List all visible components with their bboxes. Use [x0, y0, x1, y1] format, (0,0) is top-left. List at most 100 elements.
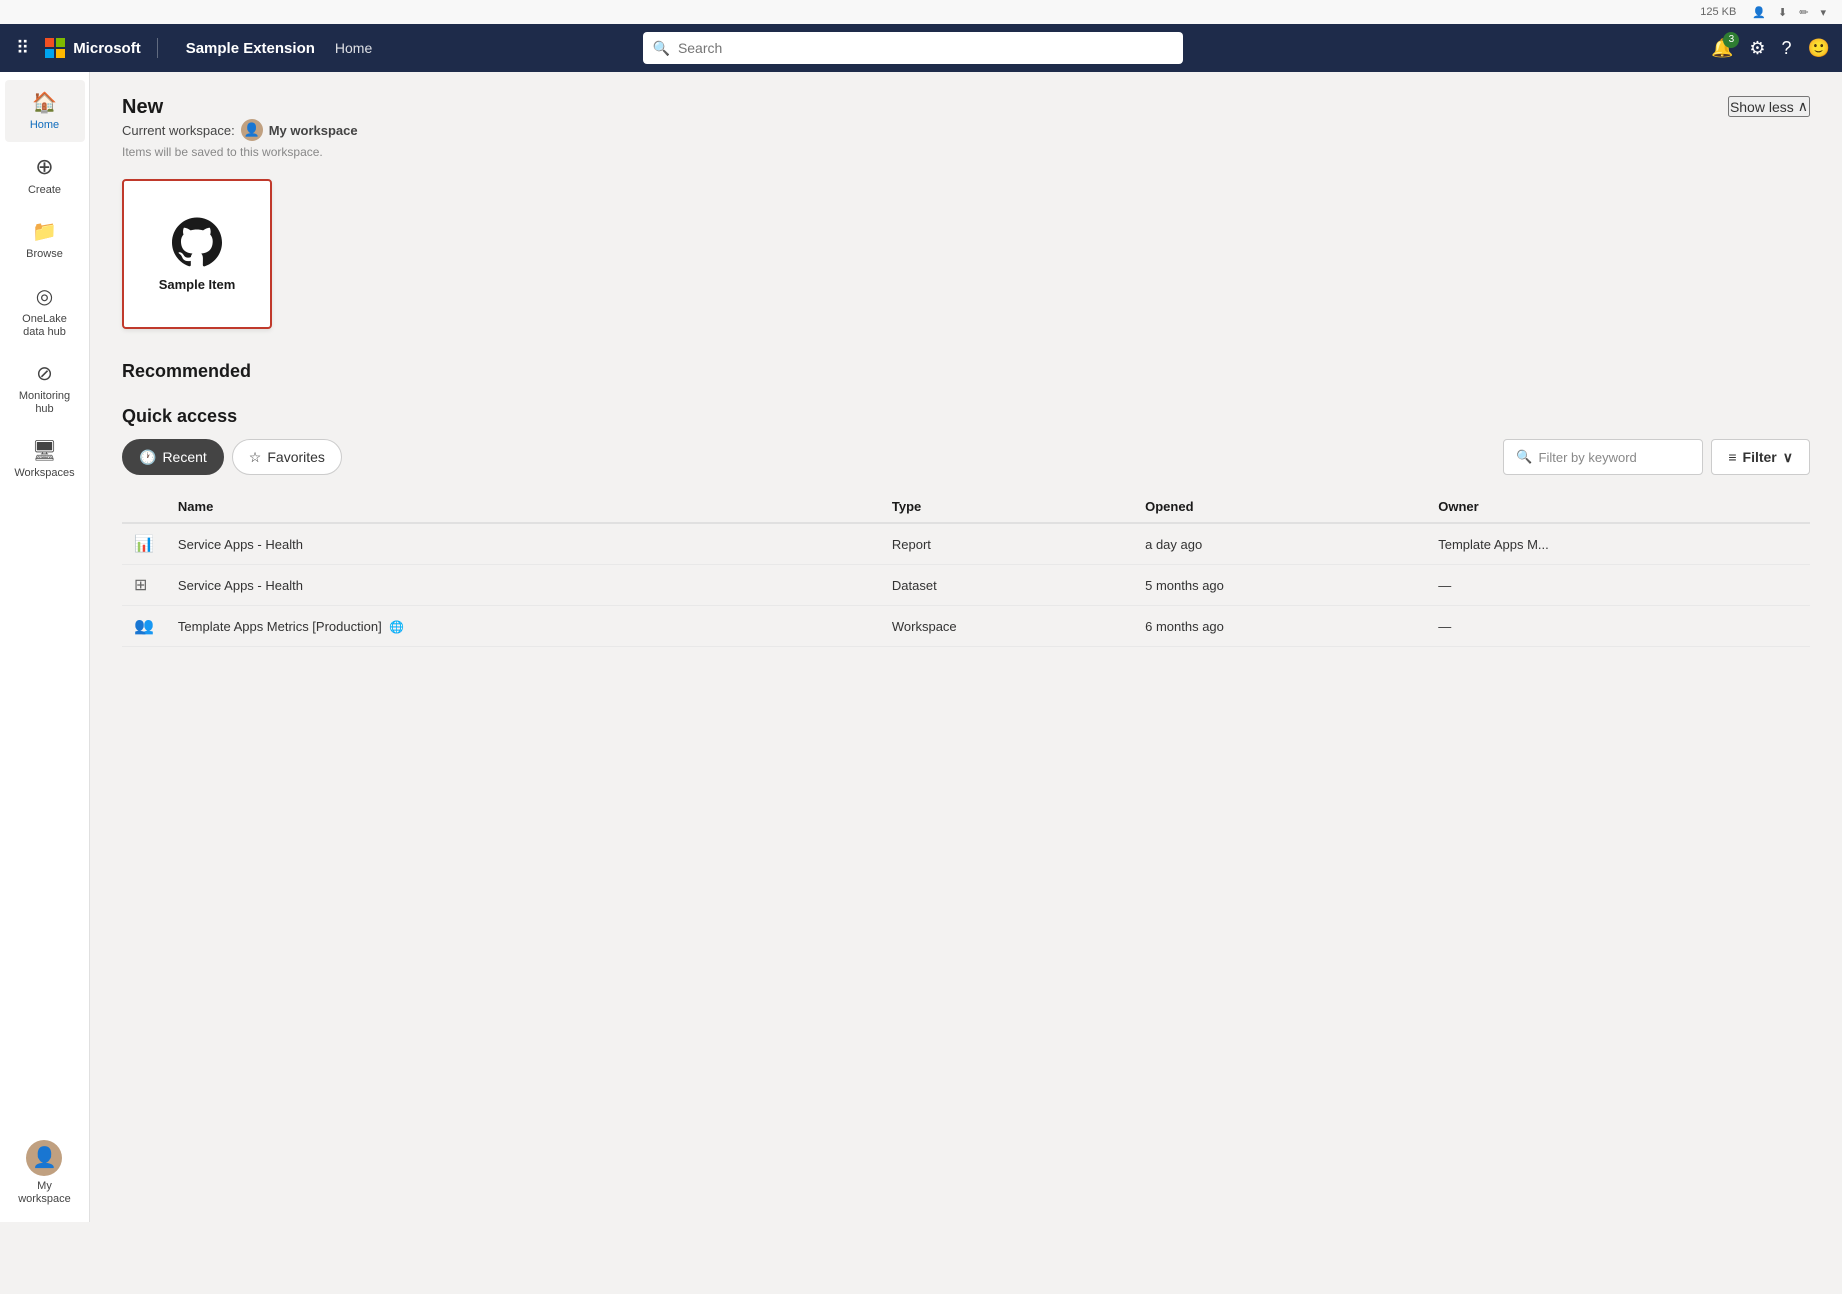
- recommended-title: Recommended: [122, 361, 1810, 382]
- app-name: Sample Extension: [170, 40, 315, 57]
- sidebar-avatar-label: Myworkspace: [18, 1180, 71, 1206]
- table-row[interactable]: ⊞ Service Apps - Health Dataset 5 months…: [122, 565, 1810, 606]
- browse-icon: 📁: [32, 219, 57, 244]
- search-container: 🔍: [643, 32, 1183, 64]
- new-section-left: New Current workspace: 👤 My workspace It…: [122, 96, 358, 175]
- notification-badge: 3: [1723, 32, 1739, 48]
- grid-icon[interactable]: ⠿: [12, 34, 33, 63]
- filter-chevron-icon: ∨: [1783, 449, 1793, 466]
- sidebar-label-home: Home: [30, 119, 59, 132]
- search-input[interactable]: [678, 40, 1173, 56]
- main-content: New Current workspace: 👤 My workspace It…: [90, 72, 1842, 1246]
- new-section-subtitle: Current workspace: 👤 My workspace: [122, 119, 358, 141]
- workspace-name: My workspace: [269, 123, 358, 138]
- filter-button[interactable]: ≡ Filter ∨: [1711, 439, 1810, 475]
- home-icon: 🏠: [32, 90, 57, 115]
- filter-placeholder: Filter by keyword: [1539, 450, 1637, 465]
- tab-favorites-label: Favorites: [267, 449, 325, 465]
- sidebar-item-browse[interactable]: 📁 Browse: [5, 209, 85, 271]
- col-icon: [122, 491, 166, 523]
- workspace-icon: 👥: [134, 618, 154, 635]
- row2-opened: 5 months ago: [1133, 565, 1426, 606]
- sidebar-item-onelake[interactable]: ◎ OneLakedata hub: [5, 274, 85, 349]
- row3-icon-cell: 👥: [122, 606, 166, 647]
- ms-logo-grid: [45, 38, 65, 58]
- row3-name-text: Template Apps Metrics [Production]: [178, 619, 382, 634]
- notifications-button[interactable]: 🔔 3: [1711, 38, 1733, 59]
- new-section: New Current workspace: 👤 My workspace It…: [122, 96, 1810, 329]
- microsoft-label: Microsoft: [73, 40, 141, 57]
- microsoft-logo: Microsoft: [45, 38, 158, 58]
- row1-opened: a day ago: [1133, 523, 1426, 565]
- dataset-icon: ⊞: [134, 577, 147, 594]
- help-button[interactable]: ?: [1782, 38, 1792, 59]
- sidebar-label-browse: Browse: [26, 248, 63, 261]
- quick-access-section: Quick access 🕐 Recent ☆ Favorites 🔍 Filt…: [122, 406, 1810, 647]
- sidebar-item-monitoring[interactable]: ⊘ Monitoringhub: [5, 351, 85, 426]
- new-items-grid: Sample Item: [122, 179, 1810, 329]
- my-workspace-avatar[interactable]: 👤: [26, 1140, 62, 1176]
- filter-btn-label: Filter: [1743, 449, 1777, 465]
- file-size-bar: 125 KB 👤 ⬇ ✏ ▾: [0, 0, 1842, 24]
- col-type: Type: [880, 491, 1133, 523]
- col-opened: Opened: [1133, 491, 1426, 523]
- sidebar-item-home[interactable]: 🏠 Home: [5, 80, 85, 142]
- row3-type: Workspace: [880, 606, 1133, 647]
- create-icon: ⊕: [35, 154, 53, 180]
- row3-globe-icon: 🌐: [389, 620, 404, 634]
- filter-input-box[interactable]: 🔍 Filter by keyword: [1503, 439, 1703, 475]
- sidebar-label-monitoring: Monitoringhub: [19, 390, 70, 416]
- new-section-header: New Current workspace: 👤 My workspace It…: [122, 96, 1810, 175]
- sidebar-label-workspaces: Workspaces: [14, 467, 74, 480]
- file-size-icons: 👤 ⬇ ✏ ▾: [1752, 6, 1826, 19]
- row1-icon-cell: 📊: [122, 523, 166, 565]
- search-box: 🔍: [643, 32, 1183, 64]
- row3-owner: —: [1426, 606, 1810, 647]
- new-section-title: New: [122, 96, 358, 119]
- filter-icon: ≡: [1728, 449, 1736, 465]
- chevron-up-icon: ∧: [1798, 98, 1808, 115]
- sample-item-card[interactable]: Sample Item: [122, 179, 272, 329]
- quick-access-title: Quick access: [122, 406, 1810, 427]
- user-avatar-button[interactable]: 🙂: [1808, 38, 1830, 59]
- row2-name: Service Apps - Health: [166, 565, 880, 606]
- quick-access-table: Name Type Opened Owner 📊 Service Apps - …: [122, 491, 1810, 647]
- filter-group: 🔍 Filter by keyword ≡ Filter ∨: [1503, 439, 1810, 475]
- workspace-label: Current workspace:: [122, 123, 235, 138]
- col-name: Name: [166, 491, 880, 523]
- quick-access-controls: 🕐 Recent ☆ Favorites 🔍 Filter by keyword…: [122, 439, 1810, 475]
- row2-icon-cell: ⊞: [122, 565, 166, 606]
- row1-type: Report: [880, 523, 1133, 565]
- search-icon: 🔍: [653, 40, 670, 57]
- tab-recent-label: Recent: [162, 449, 206, 465]
- sidebar-item-workspaces[interactable]: 🖥 Workspaces: [5, 428, 85, 490]
- settings-button[interactable]: ⚙: [1749, 38, 1765, 59]
- tab-favorites[interactable]: ☆ Favorites: [232, 439, 342, 475]
- topbar-right: 🔔 3 ⚙ ? 🙂: [1711, 38, 1830, 59]
- table-row[interactable]: 📊 Service Apps - Health Report a day ago…: [122, 523, 1810, 565]
- row3-name: Template Apps Metrics [Production] 🌐: [166, 606, 880, 647]
- tab-recent[interactable]: 🕐 Recent: [122, 439, 224, 475]
- monitoring-icon: ⊘: [36, 361, 53, 386]
- row3-opened: 6 months ago: [1133, 606, 1426, 647]
- onelake-icon: ◎: [36, 284, 53, 309]
- table-header-row: Name Type Opened Owner: [122, 491, 1810, 523]
- sidebar-item-create[interactable]: ⊕ Create: [5, 144, 85, 207]
- more-icon[interactable]: ▾: [1820, 6, 1826, 19]
- col-owner: Owner: [1426, 491, 1810, 523]
- show-less-label: Show less: [1730, 99, 1794, 115]
- filter-search-icon: 🔍: [1516, 449, 1532, 465]
- person-icon[interactable]: 👤: [1752, 6, 1766, 19]
- edit-icon[interactable]: ✏: [1799, 6, 1808, 19]
- home-link[interactable]: Home: [335, 40, 372, 56]
- github-icon: [172, 217, 222, 267]
- show-less-button[interactable]: Show less ∧: [1728, 96, 1810, 117]
- bar-chart-icon: 📊: [134, 536, 154, 553]
- sidebar-bottom: 👤 Myworkspace: [18, 1140, 71, 1222]
- download-icon[interactable]: ⬇: [1778, 6, 1787, 19]
- sample-item-label: Sample Item: [159, 277, 236, 292]
- sidebar-label-create: Create: [28, 184, 61, 197]
- topbar: ⠿ Microsoft Sample Extension Home 🔍 🔔 3 …: [0, 24, 1842, 72]
- clock-icon: 🕐: [139, 449, 156, 466]
- table-row[interactable]: 👥 Template Apps Metrics [Production] 🌐 W…: [122, 606, 1810, 647]
